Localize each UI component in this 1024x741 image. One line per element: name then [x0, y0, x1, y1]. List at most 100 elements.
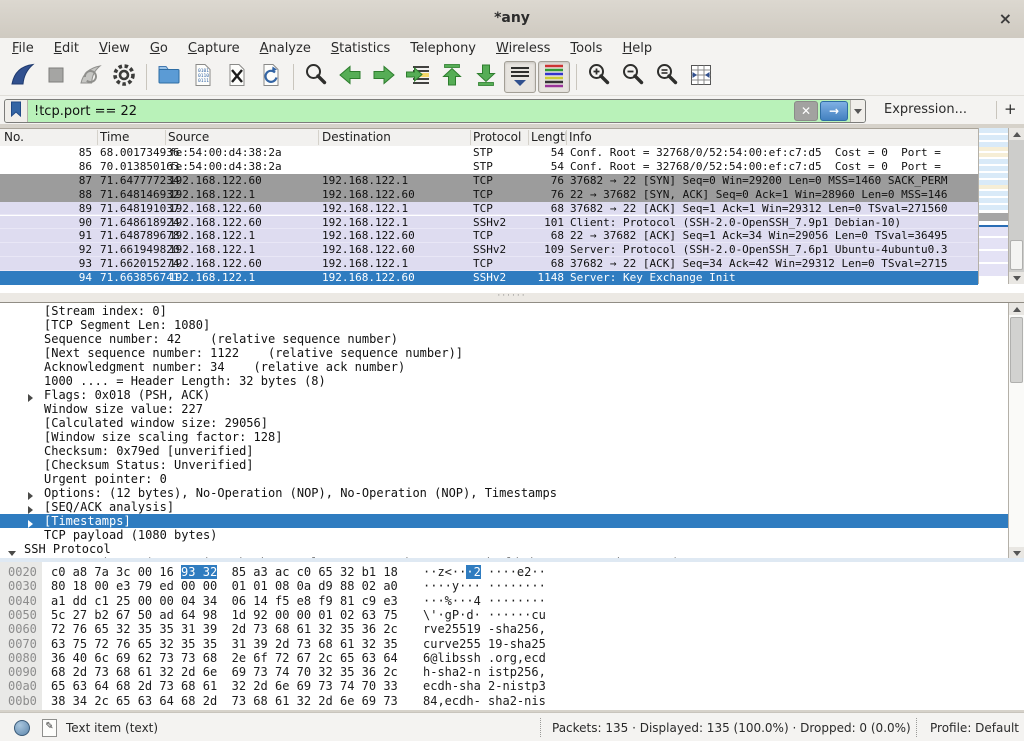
hex-ascii[interactable]: 84,ecdh- sha2-nis — [423, 694, 546, 708]
hex-bytes[interactable]: 5c 27 b2 67 50 ad 64 98 1d 92 00 00 01 0… — [51, 608, 398, 622]
hex-row-0020[interactable]: 0020c0 a8 7a 3c 00 16 93 32 85 a3 ac c0 … — [0, 565, 1024, 579]
hex-ascii[interactable]: ···%···4 ········ — [423, 594, 546, 608]
menu-wireless[interactable]: Wireless — [486, 39, 560, 58]
detail-row[interactable]: [TCP Segment Len: 1080] — [0, 318, 1008, 332]
detail-row[interactable]: [Timestamps] — [0, 514, 1008, 528]
packet-row-87[interactable]: 8771.647777234192.168.122.60192.168.122.… — [0, 174, 978, 188]
detail-row[interactable]: [Checksum Status: Unverified] — [0, 458, 1008, 472]
column-separator[interactable] — [470, 130, 471, 145]
close-icon[interactable]: × — [999, 9, 1012, 28]
column-header-no[interactable]: No. — [4, 130, 64, 144]
hex-row-00b0[interactable]: 00b038 34 2c 65 63 64 68 2d 73 68 61 32 … — [0, 694, 1024, 708]
detail-row[interactable]: Window size value: 227 — [0, 402, 1008, 416]
capture-options-button[interactable] — [108, 61, 140, 93]
packet-row-89[interactable]: 8971.648191037192.168.122.60192.168.122.… — [0, 202, 978, 216]
detail-row[interactable]: [Window size scaling factor: 128] — [0, 430, 1008, 444]
detail-scrollbar-thumb[interactable] — [1010, 317, 1023, 383]
packet-list-scrollbar-thumb[interactable] — [1010, 240, 1023, 270]
go-top-button[interactable] — [436, 61, 468, 93]
restart-capture-button[interactable] — [74, 61, 106, 93]
expression-button[interactable]: Expression... — [884, 102, 967, 117]
detail-row[interactable]: Sequence number: 42 (relative sequence n… — [0, 332, 1008, 346]
menu-file[interactable]: File — [2, 39, 44, 58]
scroll-up-icon[interactable] — [1009, 303, 1024, 315]
zoom-in-button[interactable] — [583, 61, 615, 93]
detail-row[interactable]: Checksum: 0x79ed [unverified] — [0, 444, 1008, 458]
menu-analyze[interactable]: Analyze — [250, 39, 321, 58]
display-filter-field[interactable]: ✕ → — [4, 99, 866, 123]
detail-row[interactable]: Acknowledgment number: 34 (relative ack … — [0, 360, 1008, 374]
hex-bytes[interactable]: 38 34 2c 65 63 64 68 2d 73 68 61 32 2d 6… — [51, 694, 398, 708]
colorize-button[interactable] — [538, 61, 570, 93]
detail-row[interactable]: SSH Protocol — [0, 542, 1008, 556]
filter-history-dropdown[interactable] — [850, 100, 865, 122]
hex-bytes[interactable]: 68 2d 73 68 61 32 2d 6e 69 73 74 70 32 3… — [51, 665, 398, 679]
hex-bytes[interactable]: 65 63 64 68 2d 73 68 61 32 2d 6e 69 73 7… — [51, 679, 398, 693]
resize-columns-button[interactable] — [685, 61, 717, 93]
menu-capture[interactable]: Capture — [178, 39, 250, 58]
hex-ascii[interactable]: ····y··· ········ — [423, 579, 546, 593]
packet-list-minimap[interactable] — [978, 128, 1008, 284]
column-header-destination[interactable]: Destination — [322, 130, 462, 144]
hex-row-0040[interactable]: 0040a1 dd c1 25 00 00 04 34 06 14 f5 e8 … — [0, 594, 1024, 608]
close-file-button[interactable] — [221, 61, 253, 93]
hex-row-0030[interactable]: 003080 18 00 e3 79 ed 00 00 01 01 08 0a … — [0, 579, 1024, 593]
hex-ascii[interactable]: curve255 19-sha25 — [423, 637, 546, 651]
column-separator[interactable] — [566, 130, 567, 145]
filter-input[interactable] — [28, 101, 794, 121]
hex-row-0090[interactable]: 009068 2d 73 68 61 32 2d 6e 69 73 74 70 … — [0, 665, 1024, 679]
detail-row[interactable]: Urgent pointer: 0 — [0, 472, 1008, 486]
detail-row[interactable]: TCP payload (1080 bytes) — [0, 528, 1008, 542]
packet-row-88[interactable]: 8871.648146932192.168.122.1192.168.122.6… — [0, 188, 978, 202]
packet-row-85[interactable]: 8568.001734936fe:54:00:d4:38:2aSTP54Conf… — [0, 146, 978, 160]
add-filter-button[interactable]: + — [1004, 100, 1017, 118]
hex-ascii[interactable]: rve25519 -sha256, — [423, 622, 546, 636]
menu-go[interactable]: Go — [140, 39, 178, 58]
start-capture-button[interactable] — [6, 61, 38, 93]
detail-row[interactable]: 1000 .... = Header Length: 32 bytes (8) — [0, 374, 1008, 388]
filter-apply-button[interactable]: → — [820, 101, 848, 121]
scroll-up-icon[interactable] — [1009, 128, 1024, 140]
save-file-button[interactable]: 010101100111 — [187, 61, 219, 93]
open-file-button[interactable] — [153, 61, 185, 93]
hex-row-0080[interactable]: 008036 40 6c 69 62 73 73 68 2e 6f 72 67 … — [0, 651, 1024, 665]
packet-row-92[interactable]: 9271.661949820192.168.122.1192.168.122.6… — [0, 243, 978, 257]
packet-row-86[interactable]: 8670.013850163fe:54:00:d4:38:2aSTP54Conf… — [0, 160, 978, 174]
detail-row[interactable]: [Next sequence number: 1122 (relative se… — [0, 346, 1008, 360]
stop-capture-button[interactable] — [40, 61, 72, 93]
detail-row[interactable]: Options: (12 bytes), No-Operation (NOP),… — [0, 486, 1008, 500]
packet-row-91[interactable]: 9171.648789678192.168.122.1192.168.122.6… — [0, 229, 978, 243]
capture-comment-icon[interactable]: ✎ — [42, 719, 57, 737]
detail-row[interactable]: [SEQ/ACK analysis] — [0, 500, 1008, 514]
column-separator[interactable] — [528, 130, 529, 145]
detail-row[interactable]: [Calculated window size: 29056] — [0, 416, 1008, 430]
column-separator[interactable] — [97, 130, 98, 145]
hex-bytes[interactable]: 63 75 72 76 65 32 35 35 31 39 2d 73 68 6… — [51, 637, 398, 651]
hex-row-0060[interactable]: 006072 76 65 32 35 35 31 39 2d 73 68 61 … — [0, 622, 1024, 636]
hex-ascii[interactable]: ecdh-sha 2-nistp3 — [423, 679, 546, 693]
packet-row-90[interactable]: 9071.648618924192.168.122.60192.168.122.… — [0, 216, 978, 230]
menu-tools[interactable]: Tools — [560, 39, 612, 58]
packet-list-scrollbar[interactable] — [1008, 128, 1024, 284]
scroll-down-icon[interactable] — [1009, 272, 1024, 284]
expert-info-icon[interactable] — [14, 720, 30, 736]
hex-ascii[interactable]: ··z<···2 ····e2·· — [423, 565, 546, 579]
hex-row-0050[interactable]: 00505c 27 b2 67 50 ad 64 98 1d 92 00 00 … — [0, 608, 1024, 622]
menu-edit[interactable]: Edit — [44, 39, 89, 58]
menu-help[interactable]: Help — [612, 39, 662, 58]
column-separator[interactable] — [165, 130, 166, 145]
column-header-source[interactable]: Source — [168, 130, 313, 144]
hex-bytes[interactable]: a1 dd c1 25 00 00 04 34 06 14 f5 e8 f9 8… — [51, 594, 398, 608]
hex-bytes[interactable]: 72 76 65 32 35 35 31 39 2d 73 68 61 32 3… — [51, 622, 398, 636]
go-to-packet-button[interactable] — [402, 61, 434, 93]
detail-scrollbar[interactable] — [1008, 303, 1024, 559]
hex-bytes-pane[interactable]: 0020c0 a8 7a 3c 00 16 93 32 85 a3 ac c0 … — [0, 562, 1024, 710]
column-header-info[interactable]: Info — [569, 130, 949, 144]
pane-splitter[interactable]: ······ — [0, 293, 1024, 302]
column-header-time[interactable]: Time — [100, 130, 160, 144]
find-button[interactable] — [300, 61, 332, 93]
filter-bookmark-button[interactable] — [5, 100, 28, 122]
hex-ascii[interactable]: \'·gP·d· ······cu — [423, 608, 546, 622]
column-separator[interactable] — [318, 130, 319, 145]
menu-telephony[interactable]: Telephony — [400, 39, 486, 58]
